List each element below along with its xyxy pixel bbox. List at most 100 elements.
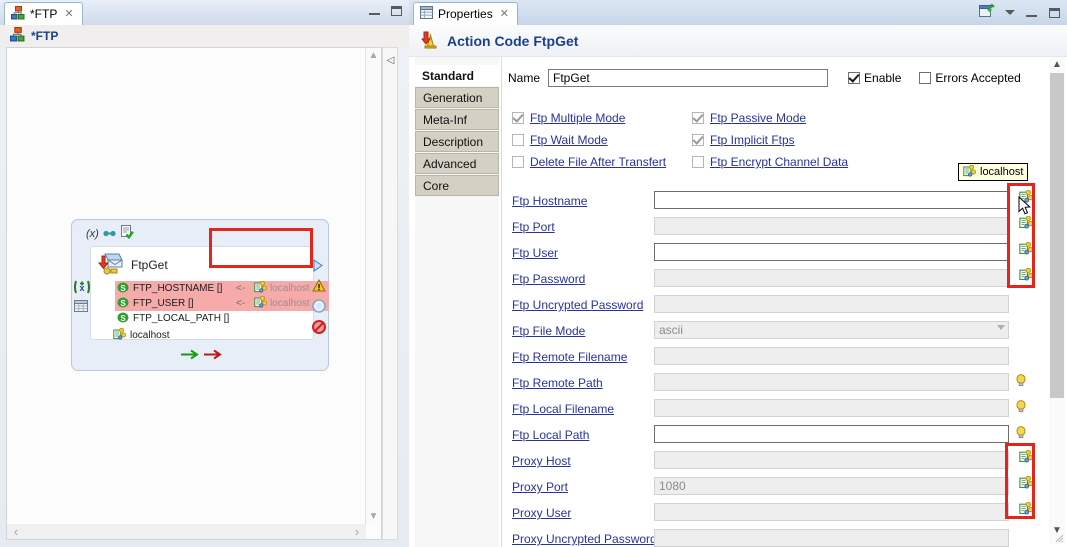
warning-icon[interactable] bbox=[312, 278, 326, 295]
checkbox-ftp-multiple-mode[interactable]: Ftp Multiple Mode bbox=[512, 111, 625, 125]
ftpget-node[interactable]: (x) FtpGet S FTP_HOSTNAME [] S FTP_USER … bbox=[71, 219, 329, 371]
checkbox-ftp-wait-mode[interactable]: Ftp Wait Mode bbox=[512, 133, 608, 147]
canvas-horizontal-scrollbar[interactable]: ‹ › bbox=[7, 524, 366, 539]
node-variable-row[interactable]: S FTP_USER [] bbox=[115, 296, 235, 311]
tab-generation[interactable]: Generation bbox=[415, 87, 499, 108]
field-label[interactable]: Ftp Remote Filename bbox=[512, 350, 627, 364]
forbidden-icon[interactable] bbox=[312, 320, 326, 337]
field-label[interactable]: Ftp User bbox=[512, 246, 558, 260]
field-label[interactable]: Ftp Uncrypted Password bbox=[512, 298, 643, 312]
minimize-icon[interactable] bbox=[368, 4, 381, 17]
table-icon[interactable] bbox=[74, 300, 90, 315]
field-input[interactable] bbox=[654, 425, 1009, 443]
context-tree-icon[interactable] bbox=[1019, 501, 1034, 518]
field-label[interactable]: Ftp Hostname bbox=[512, 194, 587, 208]
canvas-vertical-scrollbar[interactable]: ▲ ▼ bbox=[365, 48, 381, 524]
checkbox-label[interactable]: Ftp Implicit Ftps bbox=[710, 133, 795, 147]
checkbox-label[interactable]: Ftp Wait Mode bbox=[530, 133, 608, 147]
name-input[interactable] bbox=[548, 69, 829, 87]
field-input[interactable] bbox=[654, 243, 1009, 261]
hint-bulb-icon[interactable] bbox=[1016, 400, 1026, 416]
checkbox[interactable] bbox=[692, 134, 704, 146]
field-label[interactable]: Ftp Local Path bbox=[512, 428, 589, 442]
checkbox[interactable] bbox=[692, 112, 704, 124]
string-var-icon: S bbox=[117, 297, 129, 311]
field-label[interactable]: Ftp Remote Path bbox=[512, 376, 603, 390]
scroll-up-icon[interactable]: ▲ bbox=[1049, 57, 1065, 72]
node-variable-row[interactable]: S FTP_LOCAL_PATH [] bbox=[115, 311, 243, 326]
node-variable-row[interactable]: S FTP_HOSTNAME [] bbox=[115, 281, 235, 296]
errors-accepted-checkbox-wrap[interactable]: Errors Accepted bbox=[919, 71, 1021, 85]
scroll-up-icon[interactable]: ▲ bbox=[366, 49, 381, 62]
variable-green-icon[interactable]: x bbox=[74, 280, 90, 297]
checkbox-delete-file-after-transfert[interactable]: Delete File After Transfert bbox=[512, 155, 666, 169]
hint-bulb-icon[interactable] bbox=[1016, 426, 1026, 442]
context-tree-icon[interactable] bbox=[1019, 267, 1034, 284]
hierarchy-icon bbox=[11, 5, 25, 23]
checkbox-ftp-encrypt-channel-data[interactable]: Ftp Encrypt Channel Data bbox=[692, 155, 848, 169]
tab-description[interactable]: Description bbox=[415, 131, 499, 152]
field-row: Proxy Host bbox=[504, 449, 1045, 475]
field-label[interactable]: Proxy Port bbox=[512, 480, 568, 494]
maximize-icon[interactable] bbox=[390, 4, 403, 17]
checkbox-ftp-passive-mode[interactable]: Ftp Passive Mode bbox=[692, 111, 806, 125]
checkbox-label[interactable]: Ftp Multiple Mode bbox=[530, 111, 625, 125]
checkbox-label[interactable]: Ftp Encrypt Channel Data bbox=[710, 155, 848, 169]
field-label[interactable]: Ftp Local Filename bbox=[512, 402, 614, 416]
pin-view-icon[interactable] bbox=[979, 3, 995, 22]
enable-checkbox-wrap[interactable]: Enable bbox=[848, 71, 901, 85]
field-label[interactable]: Ftp Password bbox=[512, 272, 585, 286]
field-label[interactable]: Proxy User bbox=[512, 506, 571, 520]
svg-text:S: S bbox=[120, 284, 126, 293]
properties-title-label: Action Code FtpGet bbox=[447, 32, 579, 49]
context-tree-icon bbox=[113, 327, 127, 343]
circle-icon[interactable] bbox=[312, 299, 326, 316]
enable-checkbox[interactable] bbox=[848, 72, 861, 84]
link-icon[interactable] bbox=[103, 227, 116, 241]
tab-core[interactable]: Core bbox=[415, 175, 499, 196]
checkbox-label[interactable]: Delete File After Transfert bbox=[530, 155, 666, 169]
errors-accepted-checkbox[interactable] bbox=[919, 72, 932, 84]
scrollbar-thumb[interactable] bbox=[1050, 73, 1064, 398]
context-tree-icon[interactable] bbox=[1019, 449, 1034, 466]
context-tree-icon[interactable] bbox=[1019, 475, 1034, 492]
maximize-icon[interactable] bbox=[1048, 6, 1061, 19]
field-label[interactable]: Proxy Host bbox=[512, 454, 571, 468]
context-tree-icon[interactable] bbox=[1019, 215, 1034, 232]
checkbox-ftp-implicit-ftps[interactable]: Ftp Implicit Ftps bbox=[692, 133, 795, 147]
field-label[interactable]: Ftp File Mode bbox=[512, 324, 585, 338]
collapse-arrow-icon[interactable]: ◁ bbox=[384, 52, 397, 68]
field-input bbox=[654, 451, 1009, 469]
scroll-left-icon[interactable]: ‹ bbox=[9, 524, 23, 539]
editor-tab-ftp[interactable]: *FTP ✕ bbox=[4, 2, 83, 25]
diagram-canvas[interactable]: (x) FtpGet S FTP_HOSTNAME [] S FTP_USER … bbox=[7, 48, 366, 524]
chevron-down-icon[interactable] bbox=[997, 325, 1005, 330]
tab-advanced[interactable]: Advanced bbox=[415, 153, 499, 174]
field-input[interactable] bbox=[654, 191, 1009, 209]
checkbox[interactable] bbox=[692, 156, 704, 168]
node-context-row[interactable]: localhost bbox=[113, 327, 169, 343]
checkbox-label[interactable]: Ftp Passive Mode bbox=[710, 111, 806, 125]
field-label[interactable]: Proxy Uncrypted Password bbox=[512, 532, 657, 546]
field-combo[interactable]: ascii bbox=[654, 321, 1009, 339]
checkbox[interactable] bbox=[512, 156, 524, 168]
document-check-icon[interactable] bbox=[120, 225, 134, 242]
run-arrow-icon[interactable] bbox=[312, 259, 326, 275]
properties-vertical-scrollbar[interactable]: ▲ ▼ bbox=[1049, 57, 1065, 544]
checkbox[interactable] bbox=[512, 134, 524, 146]
view-menu-icon[interactable] bbox=[1005, 10, 1015, 15]
properties-tab[interactable]: Properties ✕ bbox=[413, 2, 518, 25]
context-tree-icon[interactable] bbox=[1019, 241, 1034, 258]
variable-x-icon[interactable]: (x) bbox=[86, 228, 99, 240]
close-icon[interactable]: ✕ bbox=[500, 8, 509, 20]
field-label[interactable]: Ftp Port bbox=[512, 220, 555, 234]
tab-meta-inf[interactable]: Meta-Inf bbox=[415, 109, 499, 130]
checkbox[interactable] bbox=[512, 112, 524, 124]
hint-bulb-icon[interactable] bbox=[1016, 374, 1026, 390]
scroll-right-icon[interactable]: › bbox=[350, 524, 364, 539]
minimize-icon[interactable] bbox=[1025, 6, 1038, 19]
tab-standard[interactable]: Standard bbox=[415, 65, 499, 86]
context-tree-icon[interactable] bbox=[1019, 189, 1034, 206]
scroll-down-icon[interactable]: ▼ bbox=[366, 510, 381, 523]
close-icon[interactable]: ✕ bbox=[64, 8, 73, 20]
